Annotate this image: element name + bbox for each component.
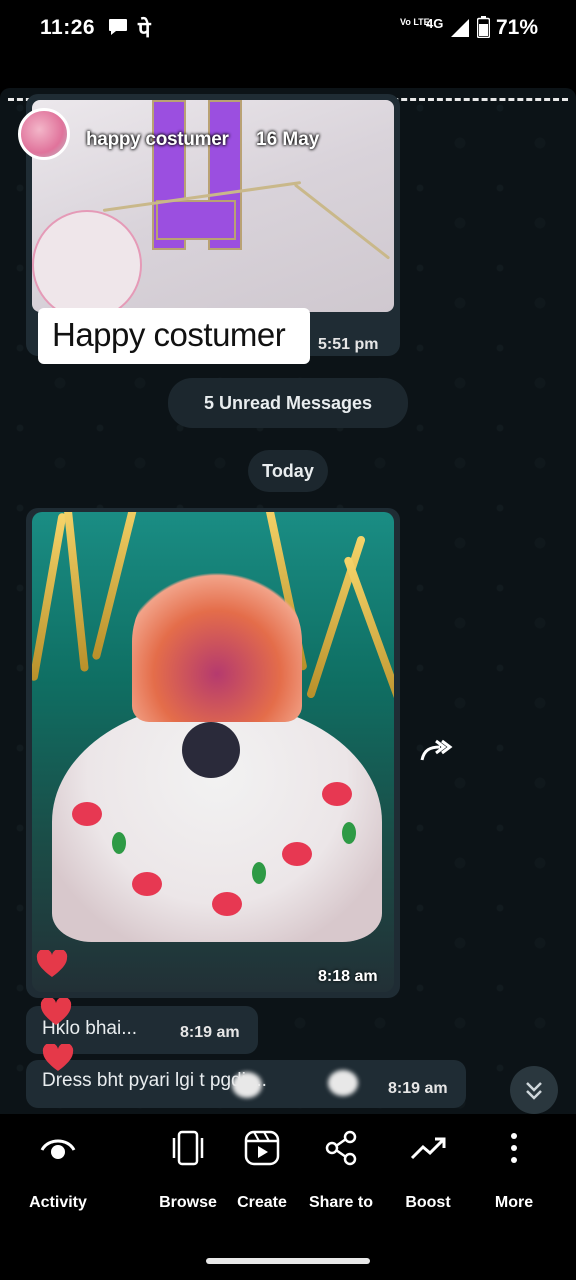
story-date: 16 May	[256, 129, 320, 150]
leaf-pattern	[252, 862, 266, 884]
status-time: 11:26	[40, 16, 96, 39]
flower-pattern	[282, 842, 312, 866]
fabric-strip	[156, 200, 236, 240]
tab-more[interactable]: More	[469, 1128, 559, 1238]
leaf-pattern	[342, 822, 356, 844]
status-app-glyph: पे	[138, 17, 151, 42]
tab-activity[interactable]: Activity	[13, 1128, 103, 1238]
network-label: 4G	[426, 16, 444, 31]
tab-share-to[interactable]: Share to	[296, 1128, 386, 1238]
scroll-to-bottom-button[interactable]	[510, 1066, 558, 1114]
story-caption: Happy costumer	[38, 308, 310, 364]
heart-icon[interactable]	[36, 950, 68, 978]
share-icon	[325, 1130, 357, 1166]
leaf-pattern	[112, 832, 126, 854]
message-time: 8:19 am	[388, 1080, 448, 1097]
create-icon	[244, 1130, 280, 1166]
forward-icon[interactable]	[420, 738, 454, 764]
tab-create[interactable]: Create	[217, 1128, 307, 1238]
idol-face	[182, 722, 240, 778]
tab-label: Activity	[29, 1194, 87, 1211]
flower-pattern	[212, 892, 242, 916]
tinsel	[305, 534, 367, 700]
battery-icon	[477, 16, 490, 38]
chat-area[interactable]: Happy costumer 5:51 pm happy costumer 16…	[0, 88, 576, 1114]
tab-label: Create	[237, 1194, 287, 1211]
message-time: 8:18 am	[318, 968, 378, 985]
avatar[interactable]	[18, 108, 70, 160]
message-time: 5:51 pm	[318, 336, 379, 353]
embroidery-pattern	[32, 210, 142, 312]
message-image[interactable]	[32, 512, 394, 992]
redaction-smudge	[328, 1070, 358, 1096]
tab-label: Boost	[405, 1194, 451, 1211]
crown	[132, 562, 302, 722]
flower-pattern	[132, 872, 162, 896]
story-author-name[interactable]: happy costumer	[86, 129, 229, 151]
unread-messages-pill: 5 Unread Messages	[168, 378, 408, 428]
message-time: 8:19 am	[180, 1024, 240, 1041]
gold-trim	[293, 183, 391, 260]
bottom-action-bar: Activity Browse Create Share to Boost Mo…	[0, 1114, 576, 1280]
signal-icon	[451, 19, 469, 37]
heart-icon[interactable]	[42, 1044, 74, 1072]
text-message-bubble[interactable]: Dress bht pyari lgi t pgdi ... 8:19 am	[26, 1060, 466, 1108]
tab-boost[interactable]: Boost	[383, 1128, 473, 1238]
boost-icon	[410, 1137, 446, 1160]
heart-icon[interactable]	[40, 998, 72, 1026]
tinsel	[343, 555, 394, 719]
browse-icon	[172, 1130, 204, 1166]
home-indicator[interactable]	[206, 1258, 370, 1264]
activity-icon	[40, 1139, 76, 1159]
chevrons-down-icon	[526, 1082, 542, 1100]
flower-pattern	[72, 802, 102, 826]
image-message-bubble[interactable]: 8:18 am	[26, 508, 400, 998]
redaction-smudge	[232, 1072, 262, 1098]
message-icon	[109, 19, 127, 35]
tinsel	[63, 512, 89, 672]
flower-pattern	[322, 782, 352, 806]
battery-percent: 71%	[496, 16, 539, 39]
more-icon	[511, 1133, 517, 1163]
tinsel	[32, 512, 67, 682]
date-divider: Today	[248, 450, 328, 492]
tab-label: More	[494, 1194, 534, 1211]
status-bar: 11:26 पे Vo LTE 4G 71%	[0, 0, 576, 58]
tab-label: Share to	[308, 1194, 373, 1211]
